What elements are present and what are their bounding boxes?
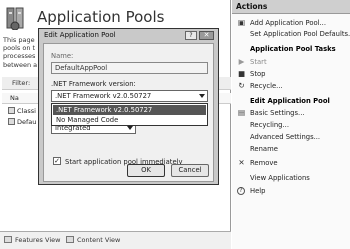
list-item[interactable]: Classi xyxy=(8,107,36,115)
filter-label: Filter: xyxy=(12,79,31,87)
pool-icon xyxy=(8,107,15,114)
dropdown-option[interactable]: No Managed Code xyxy=(53,115,206,125)
settings-icon: ▤ xyxy=(237,108,246,117)
start-immediately-checkbox[interactable]: ✓ xyxy=(53,157,61,165)
edit-application-pool-dialog: Edit Application Pool ? ✕ Name: DefaultA… xyxy=(38,28,219,185)
list-item-label: Classi xyxy=(17,107,36,115)
tab-label: Features View xyxy=(15,236,61,244)
ok-button[interactable]: OK xyxy=(127,164,165,177)
dropdown-option[interactable]: .NET Framework v2.0.50727 xyxy=(53,105,206,115)
framework-label: .NET Framework version: xyxy=(51,80,136,88)
dialog-close-button[interactable]: ✕ xyxy=(199,31,214,40)
action-view-applications[interactable]: View Applications xyxy=(250,174,310,182)
start-icon: ▶ xyxy=(238,57,245,66)
name-field[interactable]: DefaultAppPool xyxy=(51,62,208,74)
action-start[interactable]: Start xyxy=(250,58,267,66)
application-pools-icon xyxy=(6,7,24,30)
dialog-body: Name: DefaultAppPool .NET Framework vers… xyxy=(43,43,214,182)
actions-title: Actions xyxy=(236,2,268,11)
actions-pane: Actions ▣ Add Application Pool... Set Ap… xyxy=(232,0,350,249)
section-application-pool-tasks: Application Pool Tasks xyxy=(250,45,336,53)
action-add-application-pool[interactable]: Add Application Pool... xyxy=(250,19,326,27)
cancel-button[interactable]: Cancel xyxy=(171,164,209,177)
tab-content-view[interactable]: Content View xyxy=(66,236,120,244)
name-label: Name: xyxy=(51,52,74,60)
description-line: pools on t xyxy=(3,44,36,53)
recycle-icon: ↻ xyxy=(238,81,245,90)
description-line: processes xyxy=(3,52,36,61)
pool-icon xyxy=(8,118,15,125)
description-line: This page xyxy=(3,36,35,44)
list-item-label: Defau xyxy=(17,118,37,126)
framework-select-value: .NET Framework v2.0.50727 xyxy=(55,92,152,100)
chevron-down-icon[interactable] xyxy=(127,126,133,130)
section-edit-application-pool: Edit Application Pool xyxy=(250,97,330,105)
page-description: This page pools on t processes between a xyxy=(3,36,43,69)
action-stop[interactable]: Stop xyxy=(250,70,265,78)
action-set-defaults[interactable]: Set Application Pool Defaults... xyxy=(250,30,350,38)
actions-header: Actions xyxy=(232,0,350,14)
action-recycle[interactable]: Recycle... xyxy=(250,82,283,90)
stop-icon: ■ xyxy=(237,69,246,78)
view-tabs: Features View Content View xyxy=(0,231,231,249)
action-basic-settings[interactable]: Basic Settings... xyxy=(250,109,305,117)
dialog-help-button[interactable]: ? xyxy=(185,31,197,40)
action-remove[interactable]: Remove xyxy=(250,159,278,167)
action-advanced-settings[interactable]: Advanced Settings... xyxy=(250,133,320,141)
column-name[interactable]: Na xyxy=(10,94,19,102)
remove-icon: ✕ xyxy=(238,158,245,167)
action-rename[interactable]: Rename xyxy=(250,145,278,153)
help-icon: ? xyxy=(237,187,245,195)
tab-features-view[interactable]: Features View xyxy=(4,236,60,244)
tab-label: Content View xyxy=(77,236,121,244)
page-title: Application Pools xyxy=(37,8,165,26)
framework-dropdown-list: .NET Framework v2.0.50727 No Managed Cod… xyxy=(51,103,208,126)
dialog-titlebar[interactable]: Edit Application Pool ? ✕ xyxy=(39,29,218,42)
chevron-down-icon[interactable] xyxy=(199,94,205,98)
list-item[interactable]: Defau xyxy=(8,118,36,126)
dialog-title: Edit Application Pool xyxy=(44,31,116,39)
content-view-icon xyxy=(66,236,74,243)
action-help[interactable]: Help xyxy=(250,187,266,195)
action-recycling[interactable]: Recycling... xyxy=(250,121,289,129)
features-view-icon xyxy=(4,236,12,243)
description-line: between a xyxy=(3,60,38,69)
framework-select[interactable]: .NET Framework v2.0.50727 xyxy=(51,90,208,102)
add-pool-icon: ▣ xyxy=(237,18,246,27)
